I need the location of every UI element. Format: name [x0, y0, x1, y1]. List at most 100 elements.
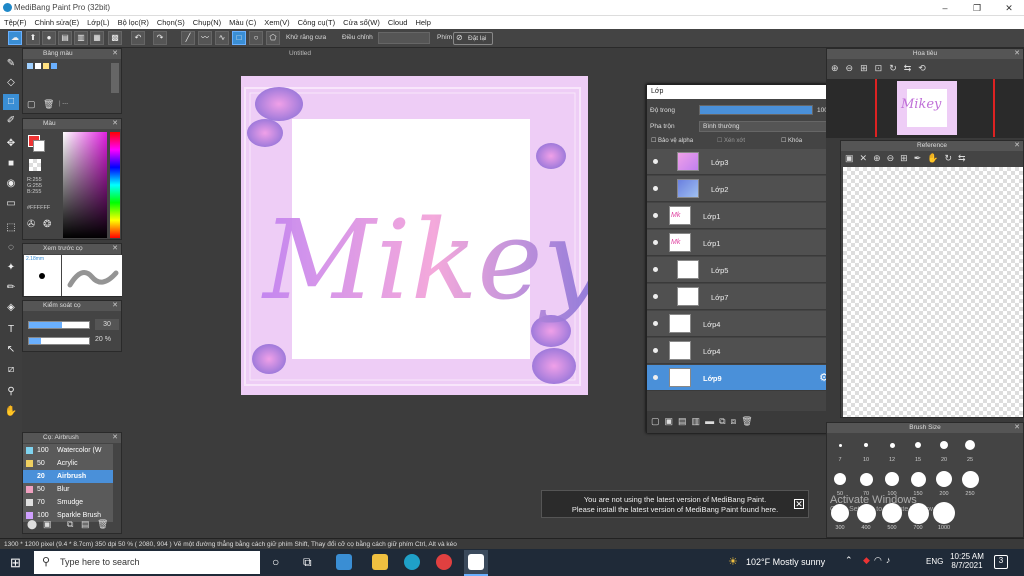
new-halftone-icon[interactable]: ▤: [678, 416, 692, 426]
visibility-icon[interactable]: [653, 267, 658, 272]
magic-wand-icon[interactable]: ✦: [3, 260, 19, 276]
color-mode-icon[interactable]: ❂: [43, 219, 51, 230]
layer-row[interactable]: Mk Lớp1: [647, 203, 831, 229]
rotate-icon[interactable]: ↻: [889, 63, 904, 73]
folder-icon[interactable]: ▬: [705, 416, 719, 426]
brush-size-cell[interactable]: 250: [957, 467, 983, 501]
palette-delete-icon[interactable]: 🗑: [43, 99, 54, 110]
language-indicator[interactable]: ENG: [926, 557, 943, 566]
layer-opacity-slider[interactable]: [699, 105, 813, 115]
menu-filter[interactable]: Bộ lọc(R): [114, 16, 153, 29]
lasso-tool-icon[interactable]: ◌: [3, 240, 19, 256]
layer-row[interactable]: Lớp4: [647, 311, 831, 337]
task-view-icon[interactable]: ⧉: [303, 555, 312, 570]
brush-opacity-slider[interactable]: [28, 337, 90, 345]
brush-copy-icon[interactable]: ⧉: [67, 519, 73, 530]
menu-layer[interactable]: Lớp(L): [83, 16, 113, 29]
fit-icon[interactable]: ⊞: [860, 63, 875, 73]
menu-help[interactable]: Help: [411, 16, 434, 29]
palette-scrollbar[interactable]: [111, 63, 119, 93]
menu-select[interactable]: Chọn(S): [153, 16, 189, 29]
layer-row[interactable]: Lớp3: [647, 149, 831, 175]
undo-icon[interactable]: ↶: [131, 31, 145, 45]
ellipse-icon[interactable]: ○: [249, 31, 263, 45]
polygon-icon[interactable]: ⬠: [266, 31, 280, 45]
visibility-icon[interactable]: [653, 375, 658, 380]
layer-row[interactable]: Lớp9 ⚙: [647, 365, 831, 391]
visibility-icon[interactable]: [653, 348, 658, 353]
preview-close-icon[interactable]: ✕: [112, 244, 118, 254]
polyline-icon[interactable]: 〰: [198, 31, 212, 45]
update-notification[interactable]: You are not using the latest version of …: [541, 490, 809, 518]
close-ref-icon[interactable]: ✕: [860, 153, 874, 163]
zoom-out-icon[interactable]: ⊖: [846, 63, 861, 73]
brush-size-slider[interactable]: [28, 321, 90, 329]
file-explorer-icon[interactable]: [372, 554, 388, 570]
ref-zoom-out-icon[interactable]: ⊖: [887, 153, 901, 163]
menu-file[interactable]: Tệp(F): [0, 16, 31, 29]
chat-icon[interactable]: ●: [42, 31, 56, 45]
brush-list-item[interactable]: 50 Blur: [23, 483, 113, 496]
menu-edit[interactable]: Chỉnh sửa(E): [31, 16, 84, 29]
menu-color[interactable]: Màu (C): [225, 16, 260, 29]
actual-size-icon[interactable]: ⊡: [875, 63, 890, 73]
delete-layer-icon[interactable]: 🗑: [741, 416, 757, 426]
visibility-icon[interactable]: [653, 321, 658, 326]
transparent-color[interactable]: [29, 159, 41, 171]
export-icon[interactable]: ▦: [90, 31, 104, 45]
ref-flip-icon[interactable]: ⇆: [958, 153, 972, 163]
brush-close-icon[interactable]: ✕: [112, 433, 118, 443]
curve-icon[interactable]: ∿: [215, 31, 229, 45]
ref-hand-icon[interactable]: ✋: [927, 153, 944, 163]
rect-select-tool-icon[interactable]: □: [3, 94, 19, 110]
merge-icon[interactable]: ⧉: [719, 416, 730, 426]
ref-eyedropper-icon[interactable]: ✒: [914, 153, 928, 163]
navigator-close-icon[interactable]: ✕: [1014, 49, 1020, 59]
brush-size-cell[interactable]: 7: [827, 433, 853, 467]
eraser-tool-icon[interactable]: ◇: [3, 75, 19, 91]
palette-swatch[interactable]: [43, 63, 49, 69]
medibang-taskbar-button[interactable]: [464, 550, 488, 576]
notification-center-icon[interactable]: 3: [994, 555, 1008, 569]
fill-rect-tool-icon[interactable]: ■: [3, 156, 19, 172]
weather-text[interactable]: 102°F Mostly sunny: [746, 557, 825, 567]
folder-icon[interactable]: ▥: [74, 31, 88, 45]
color-saturation-field[interactable]: [63, 132, 107, 238]
brush-tool-icon[interactable]: ✎: [3, 56, 19, 72]
gradient-tool-icon[interactable]: ▭: [3, 196, 19, 212]
reference-canvas[interactable]: [843, 167, 1023, 417]
duplicate-layer-icon[interactable]: ▣: [665, 416, 679, 426]
flip-icon[interactable]: ⇆: [904, 63, 919, 73]
palette-swatch[interactable]: [35, 63, 41, 69]
layer-row[interactable]: Mk Lớp1: [647, 230, 831, 256]
antialias-label[interactable]: Khử răng cưa: [286, 34, 326, 41]
mail-icon[interactable]: [336, 554, 352, 570]
control-close-icon[interactable]: ✕: [112, 301, 118, 311]
chrome-icon[interactable]: [436, 554, 452, 570]
operation-tool-icon[interactable]: ↖: [3, 342, 19, 358]
visibility-icon[interactable]: [653, 240, 658, 245]
ref-rotate-icon[interactable]: ↻: [944, 153, 958, 163]
brush-list-item[interactable]: 20 Airbrush: [23, 470, 113, 483]
tray-icons[interactable]: ⌃ ◆◠♪: [845, 555, 894, 566]
brush-size-value[interactable]: 30: [95, 319, 119, 330]
adjust-dropdown[interactable]: [378, 32, 430, 44]
layer-row[interactable]: Lớp7: [647, 284, 831, 310]
visibility-icon[interactable]: [653, 294, 658, 299]
new-layer-icon[interactable]: ▢: [651, 416, 665, 426]
select-pen-icon[interactable]: ✏: [3, 280, 19, 296]
protect-alpha-checkbox[interactable]: ☐ Bảo vệ alpha: [651, 137, 693, 144]
zoom-in-icon[interactable]: ⊕: [831, 63, 846, 73]
rect-icon[interactable]: □: [232, 31, 246, 45]
brush-size-cell[interactable]: 20: [931, 433, 957, 467]
minimize-button[interactable]: –: [930, 0, 960, 16]
brush-size-cell[interactable]: 15: [905, 433, 931, 467]
menu-window[interactable]: Cửa sổ(W): [339, 16, 384, 29]
divide-tool-icon[interactable]: ⧄: [3, 362, 19, 378]
taskbar-search[interactable]: ⚲ Type here to search: [34, 551, 260, 574]
bucket-tool-icon[interactable]: ◉: [3, 176, 19, 192]
reset-button[interactable]: ⊘ Đặt lại: [453, 32, 493, 45]
select-eraser-icon[interactable]: ◈: [3, 300, 19, 316]
brush-delete-icon[interactable]: 🗑: [97, 519, 108, 530]
menu-cloud[interactable]: Cloud: [384, 16, 412, 29]
